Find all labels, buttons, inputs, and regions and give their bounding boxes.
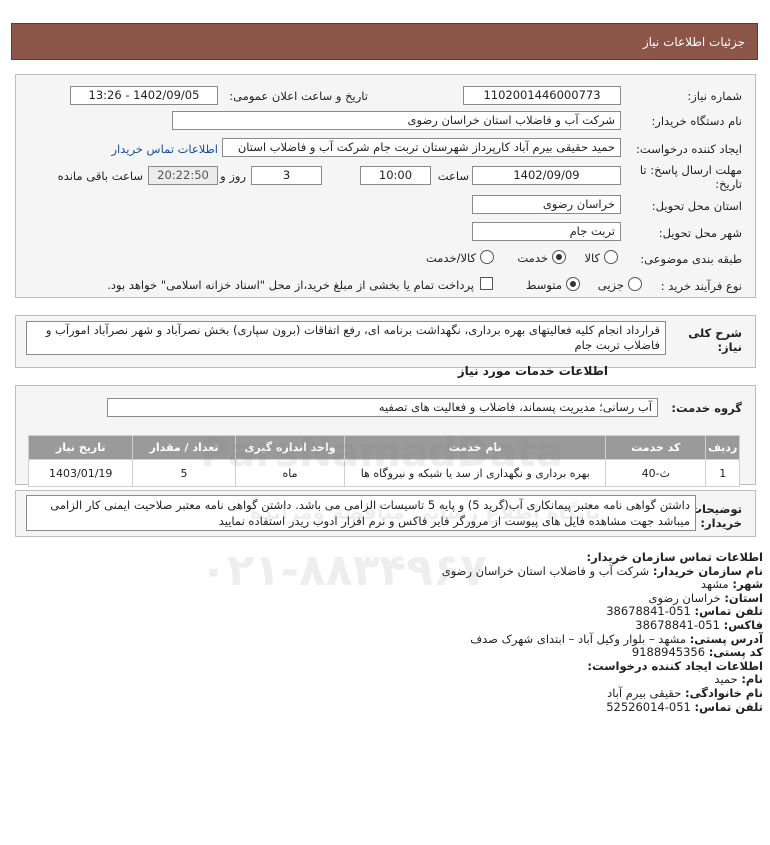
service-group-label: گروه خدمت:	[671, 401, 742, 415]
deadline-time-field[interactable]: 10:00	[360, 166, 431, 185]
page-title: جزئیات اطلاعات نیاز	[642, 35, 745, 49]
need-number-label: شماره نیاز:	[687, 89, 742, 103]
delivery-city-field[interactable]: تربت جام	[472, 222, 621, 241]
treasury-payment-checkbox[interactable]	[480, 277, 493, 290]
cell-row-number: 1	[705, 459, 740, 487]
deadline-label: مهلت ارسال پاسخ: تا	[639, 163, 742, 177]
delivery-province-field[interactable]: خراسان رضوی	[472, 195, 621, 214]
column-header-service-name: نام خدمت	[344, 435, 607, 460]
contact-info-block: اطلاعات تماس سازمان خریدار: نام سازمان خ…	[343, 550, 764, 714]
process-minor-label: جزیی	[597, 278, 624, 292]
delivery-province-label: استان محل تحویل:	[651, 199, 742, 213]
announce-datetime-label: تاریخ و ساعت اعلان عمومی:	[229, 89, 368, 103]
request-creator-label: ایجاد کننده درخواست:	[636, 142, 742, 156]
category-service-label: خدمت	[517, 251, 548, 265]
description-label: شرح کلی	[688, 326, 742, 340]
buyer-contact-link[interactable]: اطلاعات تماس خریدار	[111, 142, 218, 156]
cell-service-name: بهره برداری و نگهداری از سد یا شبکه و نی…	[344, 459, 607, 487]
category-goods-service-radio[interactable]	[480, 250, 494, 264]
column-header-unit: واحد اندازه گیری	[234, 435, 346, 460]
process-minor-radio[interactable]	[628, 277, 642, 291]
process-medium-label: متوسط	[525, 278, 562, 292]
column-header-quantity: تعداد / مقدار	[132, 435, 236, 460]
description-label-2: نیاز:	[717, 340, 742, 354]
creator-line-first-name: نام: حمید	[714, 672, 763, 687]
category-goods-radio[interactable]	[604, 250, 618, 264]
column-header-service-code: کد خدمت	[605, 435, 707, 460]
page-header: جزئیات اطلاعات نیاز	[11, 23, 758, 60]
contact-line-address: آدرس پستی: مشهد – بلوار وکیل آباد – ابتد…	[470, 631, 763, 646]
treasury-payment-text: پرداخت تمام یا بخشی از مبلغ خرید،از محل …	[107, 278, 474, 292]
column-header-need-date: تاریخ نیاز	[27, 435, 134, 460]
contact-line-phone: تلفن تماس: 051-38678841	[606, 604, 763, 619]
deadline-date-field[interactable]: 1402/09/09	[472, 166, 621, 185]
creator-info-heading: اطلاعات ایجاد کننده درخواست:	[587, 658, 763, 673]
contact-line-org: نام سازمان خریدار: شرکت آب و فاضلاب استا…	[441, 563, 763, 578]
purchase-process-label: نوع فرآیند خرید :	[660, 279, 742, 293]
contact-line-city: شهر: مشهد	[700, 577, 763, 592]
creator-line-last-name: نام خانوادگی: حقیقی بیرم آباد	[607, 685, 763, 700]
buyer-notes-text: داشتن گواهی نامه معتبر پیمانکاری آب(گرید…	[26, 495, 696, 531]
deadline-date-label: تاریخ:	[715, 177, 742, 191]
buyer-org-field[interactable]: شرکت آب و فاضلاب استان خراسان رضوی	[172, 111, 621, 130]
contact-line-fax: فاکس: 051-38678841	[635, 617, 763, 632]
contact-line-heading: اطلاعات تماس سازمان خریدار:	[586, 550, 763, 564]
category-goods-label: کالا	[584, 251, 600, 265]
category-service-radio[interactable]	[552, 250, 566, 264]
buyer-notes-label-2: خریدار:	[700, 516, 742, 530]
announce-datetime-field[interactable]: 1402/09/05 - 13:26	[70, 86, 218, 105]
delivery-city-label: شهر محل تحویل:	[658, 226, 742, 240]
time-remaining-label: ساعت باقی مانده	[57, 169, 143, 183]
creator-line-phone: تلفن تماس: 051-52526014	[606, 699, 763, 714]
days-remaining-field[interactable]: 3	[251, 166, 322, 185]
services-table: ردیف کد خدمت نام خدمت واحد اندازه گیری ت…	[27, 435, 740, 487]
request-creator-field[interactable]: حمید حقیقی بیرم آباد کارپرداز شهرستان تر…	[222, 138, 621, 157]
services-section-title: اطلاعات خدمات مورد نیاز	[457, 364, 608, 378]
cell-need-date: 1403/01/19	[27, 459, 134, 487]
buyer-notes-label: توضیحات	[690, 502, 743, 516]
cell-unit: ماه	[234, 459, 346, 487]
category-goods-service-label: کالا/خدمت	[425, 251, 476, 265]
deadline-time-label: ساعت	[437, 169, 469, 183]
days-label: روز و	[220, 169, 246, 183]
cell-service-code: ث-40	[605, 459, 707, 487]
table-header-row: ردیف کد خدمت نام خدمت واحد اندازه گیری ت…	[27, 435, 740, 460]
service-group-field[interactable]: آب رسانی؛ مدیریت پسماند، فاضلاب و فعالیت…	[107, 398, 658, 417]
contact-line-province: استان: خراسان رضوی	[648, 590, 764, 605]
process-medium-radio[interactable]	[566, 277, 580, 291]
cell-quantity: 5	[132, 459, 236, 487]
buyer-org-label: نام دستگاه خریدار:	[651, 114, 742, 128]
category-label: طبقه بندی موضوعی:	[640, 252, 742, 266]
column-header-row-number: ردیف	[705, 435, 740, 460]
table-row: 1 ث-40 بهره برداری و نگهداری از سد یا شب…	[27, 459, 740, 487]
need-number-field[interactable]: 1102001446000773	[463, 86, 621, 105]
contact-line-postal-code: کد پستی: 9188945356	[631, 645, 763, 660]
description-text: قرارداد انجام کلیه فعالیتهای بهره برداری…	[26, 321, 666, 355]
time-remaining-field: 20:22:50	[148, 166, 218, 185]
